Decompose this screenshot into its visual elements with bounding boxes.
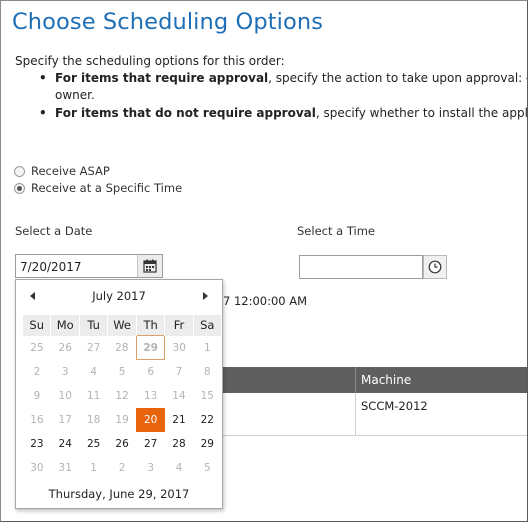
weekday-label: Th — [136, 315, 166, 336]
calendar-day[interactable]: 27 — [80, 336, 108, 360]
calendar-day[interactable]: 11 — [80, 384, 108, 408]
calendar-day[interactable]: 18 — [80, 408, 108, 432]
intro-text: Specify the scheduling options for this … — [15, 54, 285, 68]
calendar-day[interactable]: 29 — [135, 335, 166, 360]
radio-label: Receive at a Specific Time — [31, 181, 183, 195]
month-label[interactable]: July 2017 — [16, 289, 222, 303]
calendar-day[interactable]: 31 — [51, 456, 80, 480]
calendar-grid: Su Mo Tu We Th Fr Sa 25 26 27 28 29 30 1 2 3 4 5 6 7… — [23, 315, 223, 480]
calendar-button[interactable] — [137, 255, 162, 277]
calendar-day[interactable]: 4 — [165, 456, 193, 480]
calendar-day[interactable]: 23 — [23, 432, 51, 456]
calendar-day[interactable]: 29 — [193, 432, 221, 456]
weekday-label: We — [107, 315, 137, 336]
radio-label: Receive ASAP — [31, 164, 110, 178]
calendar-week-row: 30 31 1 2 3 4 5 — [23, 456, 222, 480]
instruction-no-approval: For items that do not require approval, … — [39, 105, 528, 122]
cell-machine: SCCM-2012 — [355, 393, 428, 435]
calendar-week-row: 9 10 11 12 13 14 15 — [23, 384, 222, 408]
calendar-day[interactable]: 26 — [51, 336, 80, 360]
calendar-today-footer[interactable]: Thursday, June 29, 2017 — [16, 487, 222, 501]
calendar-week-row: 25 26 27 28 29 30 1 — [23, 335, 222, 360]
weekday-label: Mo — [50, 315, 81, 336]
calendar-day[interactable]: 30 — [23, 456, 51, 480]
calendar-day[interactable]: 14 — [165, 384, 193, 408]
calendar-week-row: 23 24 25 26 27 28 29 — [23, 432, 222, 456]
calendar-day[interactable]: 2 — [108, 456, 137, 480]
time-picker[interactable] — [299, 255, 448, 280]
calendar-day[interactable]: 26 — [108, 432, 137, 456]
instruction-approval-bold: For items that require approval — [55, 71, 269, 85]
calendar-day[interactable]: 15 — [193, 384, 221, 408]
calendar-day[interactable]: 8 — [193, 360, 221, 384]
calendar-day[interactable]: 2 — [23, 360, 51, 384]
date-input-value[interactable]: 7/20/2017 — [20, 260, 82, 274]
calendar-day[interactable]: 6 — [136, 360, 164, 384]
calendar-day[interactable]: 30 — [165, 336, 193, 360]
scheduling-options-panel: Choose Scheduling Options Specify the sc… — [0, 0, 528, 522]
calendar-day[interactable]: 1 — [80, 456, 108, 480]
calendar-day[interactable]: 16 — [23, 408, 51, 432]
calendar-day[interactable]: 1 — [193, 336, 221, 360]
calendar-day[interactable]: 20 — [136, 407, 165, 432]
calendar-day[interactable]: 19 — [108, 408, 137, 432]
calendar-week-row: 16 17 18 19 20 21 22 — [23, 407, 222, 432]
calendar-day[interactable]: 25 — [80, 432, 108, 456]
calendar-days: 25 26 27 28 29 30 1 2 3 4 5 6 7 8 9 10 11 12 13 14 15 16 17 18 1… — [23, 335, 222, 480]
calendar-header: July 2017 — [16, 280, 222, 312]
calendar-day[interactable]: 13 — [136, 384, 164, 408]
calendar-day[interactable]: 24 — [51, 432, 80, 456]
radio-receive-asap[interactable]: Receive ASAP — [14, 164, 110, 178]
date-picker[interactable]: 7/20/2017 — [15, 254, 163, 278]
column-header-machine[interactable]: Machine — [355, 367, 411, 393]
calendar-day[interactable]: 3 — [51, 360, 80, 384]
radio-button[interactable] — [14, 165, 25, 177]
calendar-day[interactable]: 5 — [108, 360, 137, 384]
scheduled-time-text: 7 12:00:00 AM — [223, 294, 308, 308]
weekday-label: Su — [23, 315, 52, 336]
grid-header: Machine — [223, 367, 527, 393]
time-button[interactable] — [423, 255, 447, 279]
weekday-label: Sa — [193, 315, 223, 336]
weekday-row: Su Mo Tu We Th Fr Sa — [23, 315, 223, 336]
instruction-no-approval-bold: For items that do not require approval — [55, 106, 316, 120]
date-label: Select a Date — [15, 224, 93, 238]
time-label: Select a Time — [297, 224, 375, 238]
calendar-day[interactable]: 3 — [136, 456, 164, 480]
calendar-day[interactable]: 17 — [51, 408, 80, 432]
calendar-icon — [143, 259, 157, 273]
radio-button-checked[interactable] — [14, 182, 25, 194]
calendar-day[interactable]: 9 — [23, 384, 51, 408]
instruction-no-approval-text: , specify whether to install the applica… — [315, 106, 528, 120]
instruction-approval: For items that require approval, specify… — [39, 70, 528, 104]
calendar-day[interactable]: 7 — [165, 360, 193, 384]
calendar-day[interactable]: 10 — [51, 384, 80, 408]
weekday-label: Tu — [79, 315, 109, 336]
instruction-approval-cont: owner. — [55, 88, 95, 102]
chevron-right-icon — [203, 292, 208, 300]
table-row[interactable]: SCCM-2012 — [223, 393, 527, 436]
clock-icon — [428, 260, 442, 274]
calendar-day[interactable]: 21 — [165, 408, 193, 432]
calendar-day[interactable]: 5 — [193, 456, 221, 480]
weekday-label: Fr — [164, 315, 194, 336]
time-input-field[interactable] — [299, 255, 423, 279]
calendar-week-row: 2345678 — [23, 360, 222, 384]
calendar-day[interactable]: 28 — [165, 432, 193, 456]
next-month-button[interactable] — [198, 289, 212, 303]
calendar-day[interactable]: 28 — [108, 336, 137, 360]
calendar-day[interactable]: 12 — [108, 384, 137, 408]
radio-receive-specific-time[interactable]: Receive at a Specific Time — [14, 181, 182, 195]
instructions-list: For items that require approval, specify… — [15, 70, 528, 122]
calendar-day[interactable]: 27 — [136, 432, 164, 456]
calendar-day[interactable]: 22 — [193, 408, 221, 432]
calendar-popup: July 2017 Su Mo Tu We Th Fr Sa 25 26 27 28 2… — [15, 279, 223, 509]
page-title: Choose Scheduling Options — [12, 9, 324, 35]
instruction-approval-text: , specify the action to take upon approv… — [268, 71, 528, 85]
calendar-day[interactable]: 25 — [23, 336, 51, 360]
calendar-day[interactable]: 4 — [80, 360, 108, 384]
